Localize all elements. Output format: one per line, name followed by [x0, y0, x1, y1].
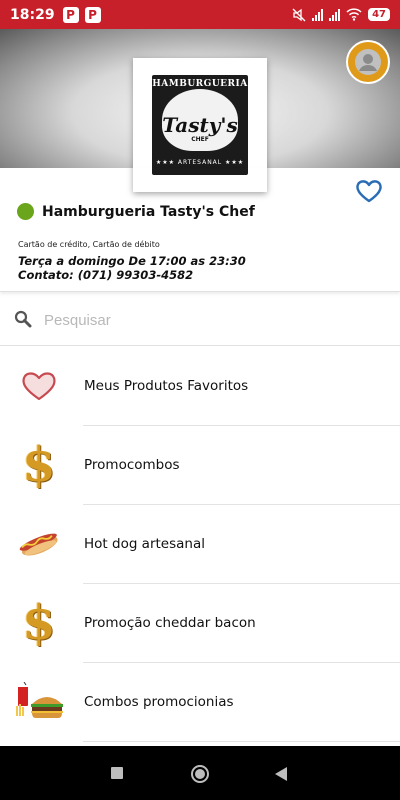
list-item-hotdog[interactable]: Hot dog artesanal — [0, 505, 400, 584]
signal-icon — [329, 8, 341, 21]
store-contact: Contato: (071) 99303-4582 — [18, 268, 194, 282]
home-button[interactable] — [190, 764, 210, 784]
logo-sub-text: CHEF — [191, 136, 209, 143]
notification-app-icon: P — [84, 6, 101, 23]
wifi-icon — [346, 8, 362, 21]
search-bar — [0, 293, 400, 346]
status-indicators: 47 — [292, 8, 390, 22]
list-item-cheddar-bacon[interactable]: $ Promoção cheddar bacon — [0, 584, 400, 663]
combo-icon — [14, 675, 64, 729]
mute-icon — [292, 8, 306, 21]
user-profile-button[interactable] — [346, 40, 390, 84]
open-status-dot — [17, 203, 34, 220]
dollar-icon: $ — [22, 437, 56, 493]
back-button[interactable] — [274, 766, 288, 782]
system-nav-bar — [0, 746, 400, 800]
signal-icon — [312, 8, 324, 21]
favorite-store-heart-icon[interactable] — [355, 178, 383, 204]
recent-apps-button[interactable] — [110, 766, 124, 780]
search-input[interactable] — [44, 307, 374, 333]
notification-app-icon: P — [62, 6, 79, 23]
search-icon — [14, 310, 32, 328]
battery-icon: 47 — [368, 8, 390, 21]
list-item-label: Promoção cheddar bacon — [84, 615, 256, 631]
opening-hours: Terça a domingo De 17:00 as 23:30 — [18, 254, 246, 268]
category-list: Meus Produtos Favoritos $ Promocombos Ho… — [0, 347, 400, 742]
heart-icon — [14, 359, 64, 413]
list-item-favorites[interactable]: Meus Produtos Favoritos — [0, 347, 400, 426]
list-item-combos[interactable]: Combos promocionias — [0, 663, 400, 742]
list-item-label: Meus Produtos Favoritos — [84, 378, 249, 394]
store-logo: HAMBURGUERIA Tasty's CHEF ★★★ ARTESANAL … — [152, 75, 248, 175]
list-item-label: Promocombos — [84, 457, 180, 473]
user-icon — [355, 49, 381, 75]
logo-top-text: HAMBURGUERIA — [152, 79, 248, 89]
logo-band-text: ★★★ ARTESANAL ★★★ — [155, 159, 245, 166]
hotdog-icon — [14, 517, 64, 571]
dollar-icon: $ — [22, 595, 56, 651]
store-name: Hamburgueria Tasty's Chef — [42, 203, 255, 220]
status-bar: 18:29 P P 47 — [0, 0, 400, 29]
list-item-label: Combos promocionias — [84, 694, 234, 710]
store-info: Hamburgueria Tasty's Chef Cartão de créd… — [0, 168, 400, 292]
list-item-promocombos[interactable]: $ Promocombos — [0, 426, 400, 505]
store-name-row: Hamburgueria Tasty's Chef — [17, 203, 255, 220]
list-item-label: Hot dog artesanal — [84, 536, 205, 552]
status-time: 18:29 — [10, 6, 55, 23]
logo-name-text: Tasty's — [162, 113, 238, 137]
payment-methods: Cartão de crédito, Cartão de débito — [18, 240, 160, 249]
